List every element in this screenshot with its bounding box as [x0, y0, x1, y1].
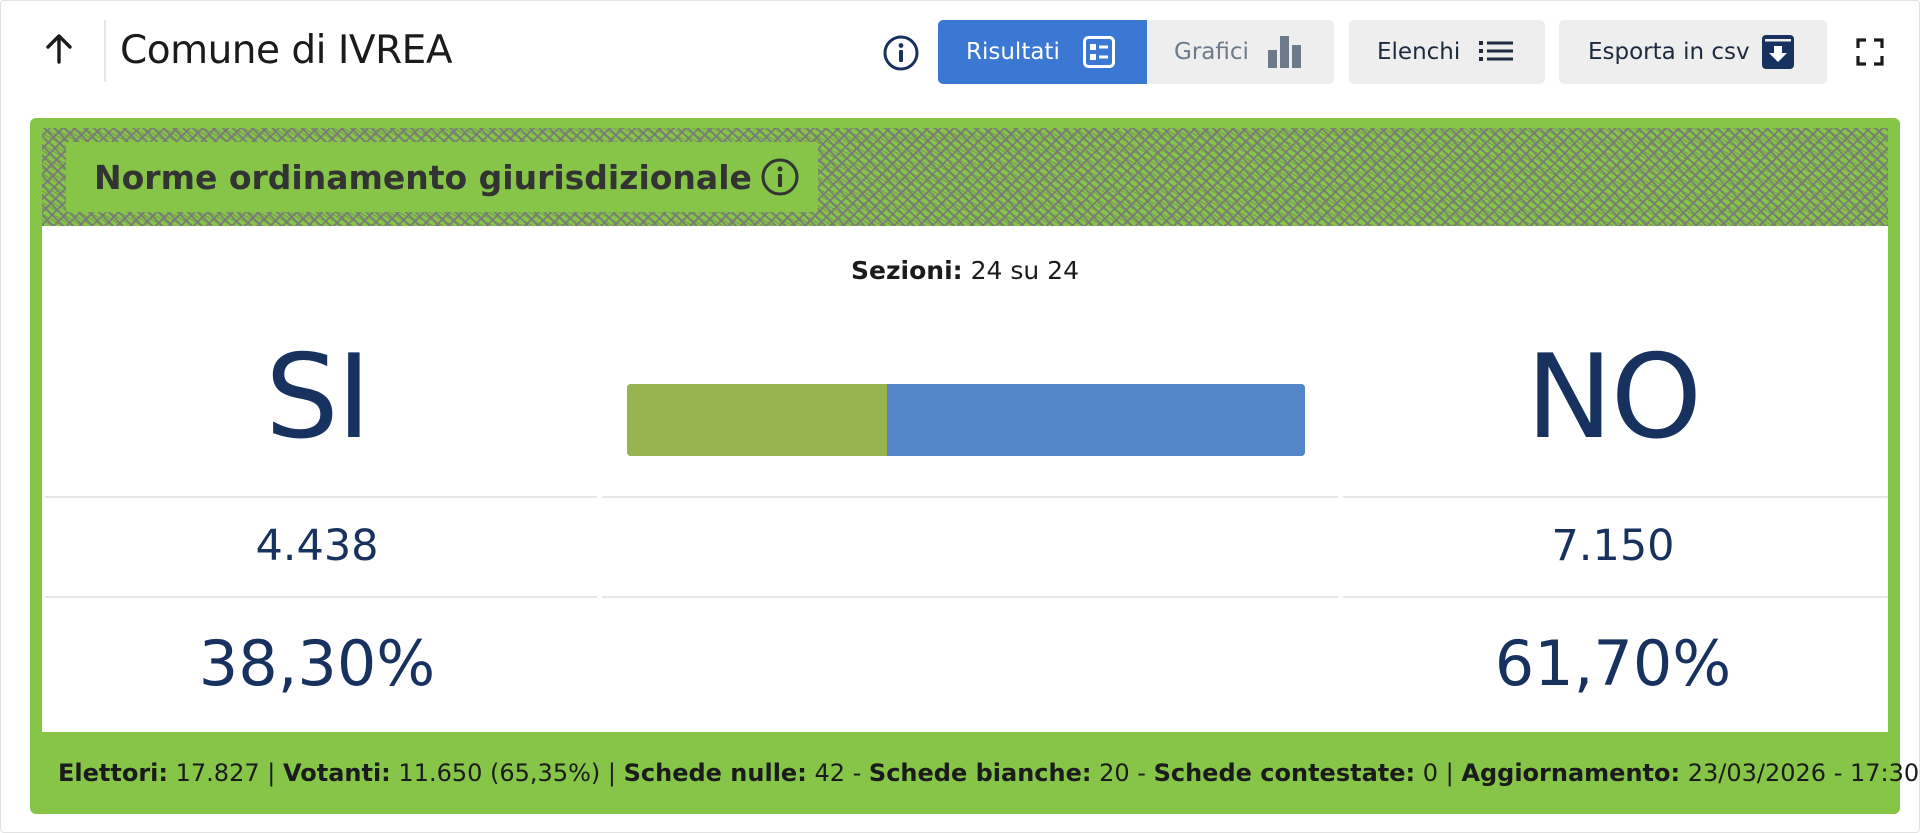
divider	[45, 496, 597, 498]
no-label: NO	[1525, 330, 1702, 465]
elettori-label: Elettori:	[58, 759, 168, 787]
contestate-value: 0	[1422, 759, 1439, 787]
elettori-value: 17.827	[175, 759, 260, 787]
tab-risultati[interactable]: Risultati	[938, 20, 1147, 84]
result-bar	[627, 384, 1305, 456]
si-label: SI	[265, 330, 371, 465]
header-divider	[104, 20, 106, 82]
aggiornamento-value: 23/03/2026 - 17:30	[1687, 759, 1920, 787]
referendum-title: Norme ordinamento giurisdizionale	[94, 157, 752, 197]
stats-footer: Elettori: 17.827 | Votanti: 11.650 (65,3…	[58, 759, 1920, 787]
divider	[1343, 496, 1888, 498]
divider	[45, 596, 597, 598]
arrow-up-icon	[46, 34, 72, 64]
divider	[1343, 596, 1888, 598]
sezioni-label: Sezioni:	[851, 256, 963, 285]
results-panel: Sezioni: 24 su 24 SI NO 4.438 7.150 38,3…	[42, 226, 1888, 732]
result-bar-si	[627, 384, 887, 456]
info-icon	[883, 35, 919, 71]
export-csv-button[interactable]: Esporta in csv	[1559, 20, 1827, 84]
referendum-info-button[interactable]	[760, 157, 800, 197]
export-csv-label: Esporta in csv	[1588, 39, 1750, 65]
page-title: Comune di IVREA	[120, 28, 453, 73]
nulle-label: Schede nulle:	[623, 759, 807, 787]
votanti-value: 11.650 (65,35%)	[398, 759, 601, 787]
sezioni-value: 24 su 24	[970, 256, 1079, 285]
elenchi-label: Elenchi	[1377, 39, 1461, 65]
si-votes: 4.438	[255, 521, 379, 571]
divider	[602, 596, 1338, 598]
list-icon	[1479, 40, 1513, 62]
fullscreen-button[interactable]	[1852, 34, 1888, 70]
contestate-label: Schede contestate:	[1153, 759, 1416, 787]
referendum-card: Norme ordinamento giurisdizionale Sezion…	[30, 118, 1920, 814]
card-header-pattern: Norme ordinamento giurisdizionale	[42, 128, 1888, 226]
bar-chart-icon	[1266, 34, 1304, 70]
divider	[602, 496, 1338, 498]
back-button[interactable]	[36, 26, 82, 72]
si-percent: 38,30%	[198, 627, 436, 700]
elenchi-button[interactable]: Elenchi	[1349, 20, 1545, 84]
tab-grafici[interactable]: Grafici	[1147, 20, 1334, 84]
tab-grafici-label: Grafici	[1174, 39, 1249, 65]
bianche-value: 20	[1099, 759, 1130, 787]
nulle-value: 42	[814, 759, 845, 787]
no-votes: 7.150	[1551, 521, 1675, 571]
info-icon	[761, 158, 799, 196]
header-bar: Comune di IVREA Risultati Grafici Elench…	[0, 0, 1920, 104]
info-button[interactable]	[882, 34, 920, 72]
download-box-icon	[1761, 34, 1795, 70]
referendum-title-chip: Norme ordinamento giurisdizionale	[66, 142, 818, 212]
sezioni-status: Sezioni: 24 su 24	[42, 256, 1888, 285]
bianche-label: Schede bianche:	[868, 759, 1092, 787]
result-bar-no	[886, 384, 1305, 456]
tab-risultati-label: Risultati	[966, 39, 1060, 65]
fullscreen-icon	[1856, 38, 1884, 66]
aggiornamento-label: Aggiornamento:	[1461, 759, 1681, 787]
no-percent: 61,70%	[1494, 627, 1732, 700]
results-list-icon	[1083, 36, 1115, 68]
votanti-label: Votanti:	[282, 759, 391, 787]
